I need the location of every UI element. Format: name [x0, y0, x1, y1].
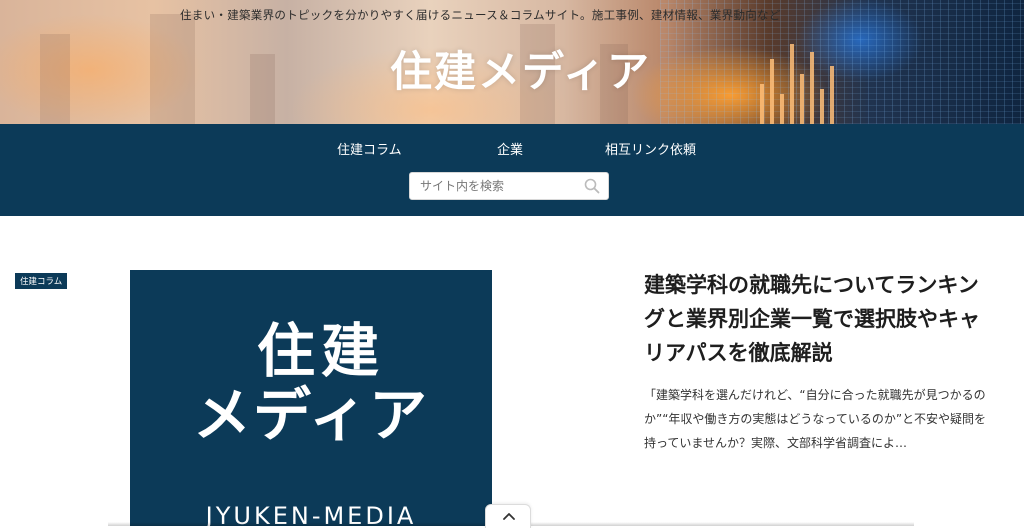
nav-item-company[interactable]: 企業 [497, 139, 523, 158]
thumbnail-logo-line1: 住建 [256, 317, 385, 385]
article-excerpt: 「建築学科を選んだけれど、“自分に合った就職先が見つかるのか”“年収や働き方の実… [644, 388, 987, 450]
site-tagline: 住まい・建築業界のトピックを分かりやすく届けるニュース＆コラムサイト。施工事例、… [180, 8, 781, 22]
article-title[interactable]: 建築学科の就職先についてランキングと業界別企業一覧で選択肢やキャリアパスを徹底解… [644, 268, 994, 370]
search-box [409, 172, 609, 200]
scroll-top-button[interactable] [485, 504, 531, 528]
nav-item-link-request[interactable]: 相互リンク依頼 [605, 139, 696, 158]
main-nav: 住建コラム 企業 相互リンク依頼 [0, 124, 1024, 216]
chevron-up-icon [503, 513, 515, 520]
hero-bg-bars [760, 34, 880, 124]
category-badge[interactable]: 住建コラム [15, 273, 68, 289]
thumbnail-logo-line2: メディア [193, 380, 429, 449]
site-logo[interactable]: 住建メディア [390, 44, 649, 100]
hero-bg-building [40, 34, 70, 124]
hero-header: 住まい・建築業界のトピックを分かりやすく届けるニュース＆コラムサイト。施工事例、… [0, 0, 1024, 124]
thumbnail-logo: 住建 メディア [130, 317, 492, 449]
hero-bg-building [250, 54, 275, 124]
hero-bg-building [150, 14, 195, 124]
article-thumbnail[interactable]: 住建 メディア JYUKEN-MEDIA [130, 270, 492, 526]
search-icon[interactable] [584, 178, 600, 194]
nav-item-column[interactable]: 住建コラム [337, 139, 402, 158]
search-input[interactable] [418, 176, 578, 196]
